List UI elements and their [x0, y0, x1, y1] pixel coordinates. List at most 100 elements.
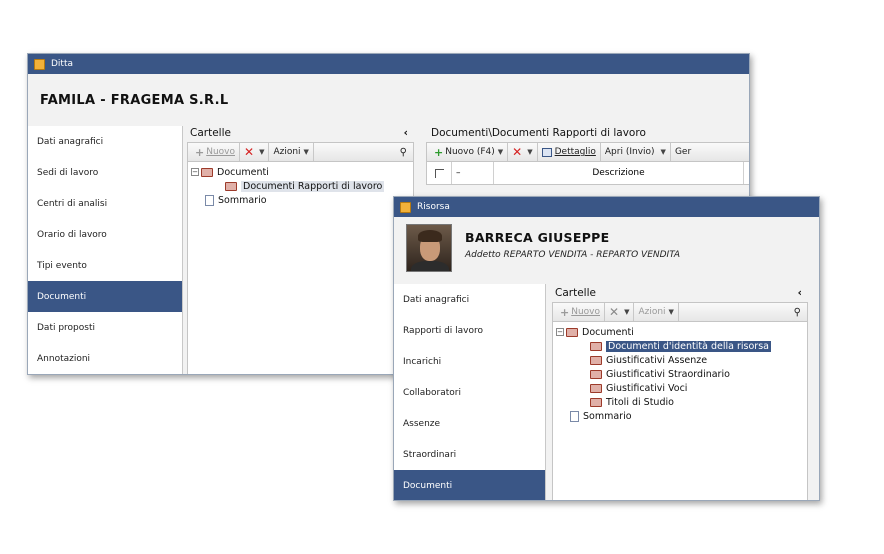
delete-button[interactable]: ✕ ▼: [605, 303, 635, 321]
nuovo-button[interactable]: + Nuovo: [191, 143, 240, 161]
app-icon: [400, 201, 411, 213]
folder-icon: [201, 167, 213, 177]
sidebar-item-annotazioni[interactable]: Annotazioni: [28, 343, 182, 374]
collapse-icon[interactable]: ‹: [404, 127, 408, 139]
folder-icon: [590, 383, 602, 393]
document-icon: [570, 410, 579, 422]
azioni-button[interactable]: Azioni ▼: [269, 143, 314, 161]
sidebar-item-dati-proposti[interactable]: Dati proposti: [28, 312, 182, 343]
column-descrizione[interactable]: Descrizione: [494, 162, 744, 184]
sidebar-item-documenti[interactable]: Documenti: [394, 470, 545, 500]
risorsa-titlebar[interactable]: Risorsa: [394, 197, 819, 217]
tree-label: Documenti: [582, 326, 634, 338]
tree-label: Giustificativi Assenze: [606, 354, 708, 366]
sidebar-item-dati-anagrafici[interactable]: Dati anagrafici: [28, 126, 182, 157]
chevron-down-icon[interactable]: ▼: [527, 148, 532, 156]
plus-icon: +: [195, 145, 205, 159]
azioni-button[interactable]: Azioni ▼: [634, 303, 679, 321]
risorsa-sidebar: Dati anagrafici Rapporti di lavoro Incar…: [394, 284, 546, 500]
tree-label: Sommario: [583, 410, 632, 422]
tree-node-titoli-di-studio[interactable]: Titoli di Studio: [590, 395, 674, 409]
more-label: Ger: [674, 147, 692, 157]
tree-node-sommario[interactable]: Sommario: [205, 193, 267, 207]
dettaglio-label: Dettaglio: [554, 147, 596, 157]
tree-node-documenti-identita[interactable]: Documenti d'identità della risorsa: [590, 339, 771, 353]
nuovo-label: Nuovo (F4): [445, 147, 495, 157]
chevron-down-icon: ▼: [303, 148, 309, 156]
folder-icon: [566, 327, 578, 337]
ditta-titlebar[interactable]: Ditta: [28, 54, 749, 74]
search-icon[interactable]: ⚲: [794, 307, 807, 318]
tree-node-giustificativi-assenze[interactable]: Giustificativi Assenze: [590, 353, 707, 367]
tree-node-giustificativi-voci[interactable]: Giustificativi Voci: [590, 381, 687, 395]
sidebar-item-centri-di-analisi[interactable]: Centri di analisi: [28, 188, 182, 219]
tree-label: Titoli di Studio: [606, 396, 674, 408]
tree-node-giustificativi-straordinario[interactable]: Giustificativi Straordinario: [590, 367, 730, 381]
resource-role: Addetto REPARTO VENDITA - REPARTO VENDIT…: [465, 250, 681, 260]
tree-label: Giustificativi Voci: [606, 382, 688, 394]
apri-button[interactable]: Apri (Invio) ▼: [601, 143, 671, 161]
delete-icon: ✕: [512, 145, 523, 159]
plus-icon: +: [434, 145, 444, 159]
detail-icon: [541, 147, 552, 157]
documents-path: Documenti\Documenti Rapporti di lavoro: [431, 127, 646, 139]
sidebar-item-dati-anagrafici[interactable]: Dati anagrafici: [394, 284, 545, 315]
chevron-down-icon[interactable]: ▼: [661, 148, 666, 156]
sidebar-item-orario-di-lavoro[interactable]: Orario di lavoro: [28, 219, 182, 250]
folder-icon: [590, 355, 602, 365]
resource-header: BARRECA GIUSEPPE Addetto REPARTO VENDITA…: [406, 224, 819, 278]
risorsa-cartelle-panel: Cartelle ‹ + Nuovo ✕ ▼ Azioni ▼ ⚲ − Docu…: [552, 284, 808, 500]
sidebar-item-straordinari[interactable]: Straordinari: [394, 439, 545, 470]
documents-grid-header: – Descrizione: [426, 162, 749, 185]
folder-icon: [590, 341, 602, 351]
delete-icon: ✕: [609, 305, 620, 319]
sidebar-item-assenze[interactable]: Assenze: [394, 408, 545, 439]
chevron-down-icon[interactable]: ▼: [624, 308, 629, 316]
search-icon[interactable]: ⚲: [400, 147, 413, 158]
azioni-label: Azioni: [638, 307, 666, 317]
cartelle-tree: − Documenti Documenti d'identità della r…: [552, 322, 808, 500]
document-icon: [205, 194, 214, 206]
folder-icon: [590, 369, 602, 379]
tree-node-documenti[interactable]: − Documenti: [556, 325, 634, 339]
apri-label: Apri (Invio): [604, 147, 655, 157]
dettaglio-button[interactable]: Dettaglio: [538, 143, 601, 161]
sidebar-item-tipi-evento[interactable]: Tipi evento: [28, 250, 182, 281]
tree-node-documenti-rapporti[interactable]: Documenti Rapporti di lavoro: [225, 179, 385, 193]
folder-icon: [590, 397, 602, 407]
sidebar-item-sedi-di-lavoro[interactable]: Sedi di lavoro: [28, 157, 182, 188]
chevron-down-icon[interactable]: ▼: [498, 148, 503, 156]
ditta-sidebar: Dati anagrafici Sedi di lavoro Centri di…: [28, 126, 183, 374]
cartelle-tree: − Documenti Documenti Rapporti di lavoro…: [187, 162, 414, 374]
tree-label: Documenti d'identità della risorsa: [606, 340, 771, 352]
collapse-icon[interactable]: ‹: [798, 287, 802, 299]
tree-node-sommario[interactable]: Sommario: [570, 409, 632, 423]
avatar: [406, 224, 452, 272]
sidebar-item-rapporti-di-lavoro[interactable]: Rapporti di lavoro: [394, 315, 545, 346]
sidebar-item-collaboratori[interactable]: Collaboratori: [394, 377, 545, 408]
nuovo-button[interactable]: + Nuovo: [556, 303, 605, 321]
sidebar-item-documenti[interactable]: Documenti: [28, 281, 182, 312]
column-menu[interactable]: –: [452, 162, 494, 184]
tree-label: Documenti: [217, 166, 269, 178]
nuovo-label: Nuovo: [206, 147, 235, 157]
sidebar-item-incarichi[interactable]: Incarichi: [394, 346, 545, 377]
nuovo-label: Nuovo: [571, 307, 600, 317]
delete-button[interactable]: ✕ ▼: [508, 143, 538, 161]
collapse-node-icon[interactable]: −: [556, 328, 564, 336]
delete-button[interactable]: ✕ ▼: [240, 143, 270, 161]
tree-label: Giustificativi Straordinario: [606, 368, 730, 380]
documents-toolbar: + Nuovo (F4) ▼ ✕ ▼ Dettaglio Apri (Invio…: [426, 142, 749, 162]
company-name: FAMILA - FRAGEMA S.R.L: [40, 92, 229, 108]
window-title: Ditta: [51, 59, 74, 69]
select-all-checkbox[interactable]: [427, 162, 452, 184]
cartelle-title: Cartelle: [555, 287, 596, 299]
app-icon: [34, 58, 45, 70]
more-button[interactable]: Ger: [671, 143, 695, 161]
tree-node-documenti[interactable]: − Documenti: [191, 165, 269, 179]
plus-icon: +: [560, 305, 570, 319]
nuovo-f4-button[interactable]: + Nuovo (F4) ▼: [430, 143, 509, 161]
collapse-node-icon[interactable]: −: [191, 168, 199, 176]
chevron-down-icon[interactable]: ▼: [259, 148, 264, 156]
delete-icon: ✕: [244, 145, 255, 159]
